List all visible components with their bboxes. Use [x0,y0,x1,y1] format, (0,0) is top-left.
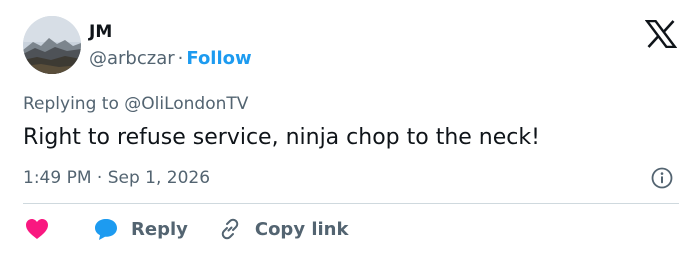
action-bar: Reply Copy link [23,214,348,244]
divider [23,203,679,204]
avatar[interactable] [23,16,81,74]
replying-to-label: Replying to [23,94,119,114]
follow-button[interactable]: Follow [186,48,251,69]
tweet-text: Right to refuse service, ninja chop to t… [23,125,540,150]
tweet-time: 1:49 PM [23,168,92,188]
reply-button[interactable]: Reply [93,217,188,241]
tweet-timestamp[interactable]: 1:49 PM · Sep 1, 2026 [23,168,210,188]
reply-mention-link[interactable]: @OliLondonTV [124,94,248,114]
info-icon[interactable] [651,167,673,189]
reply-context: Replying to @OliLondonTV [23,94,248,114]
reply-bubble-icon [95,219,117,240]
tweet-date: Sep 1, 2026 [107,168,211,188]
handle-separator: · [177,48,184,69]
link-icon [221,218,239,240]
avatar-landscape-image [23,16,81,74]
author-handle-row: @arbczar · Follow [89,48,252,69]
author-handle[interactable]: @arbczar [89,48,175,69]
reply-label: Reply [131,218,188,240]
timestamp-separator: · [96,168,103,188]
author-name[interactable]: JM [89,22,112,42]
heart-icon[interactable] [25,218,49,240]
copy-link-button[interactable]: Copy link [218,217,349,241]
x-logo-icon[interactable] [645,20,677,48]
copy-link-label: Copy link [254,218,349,240]
